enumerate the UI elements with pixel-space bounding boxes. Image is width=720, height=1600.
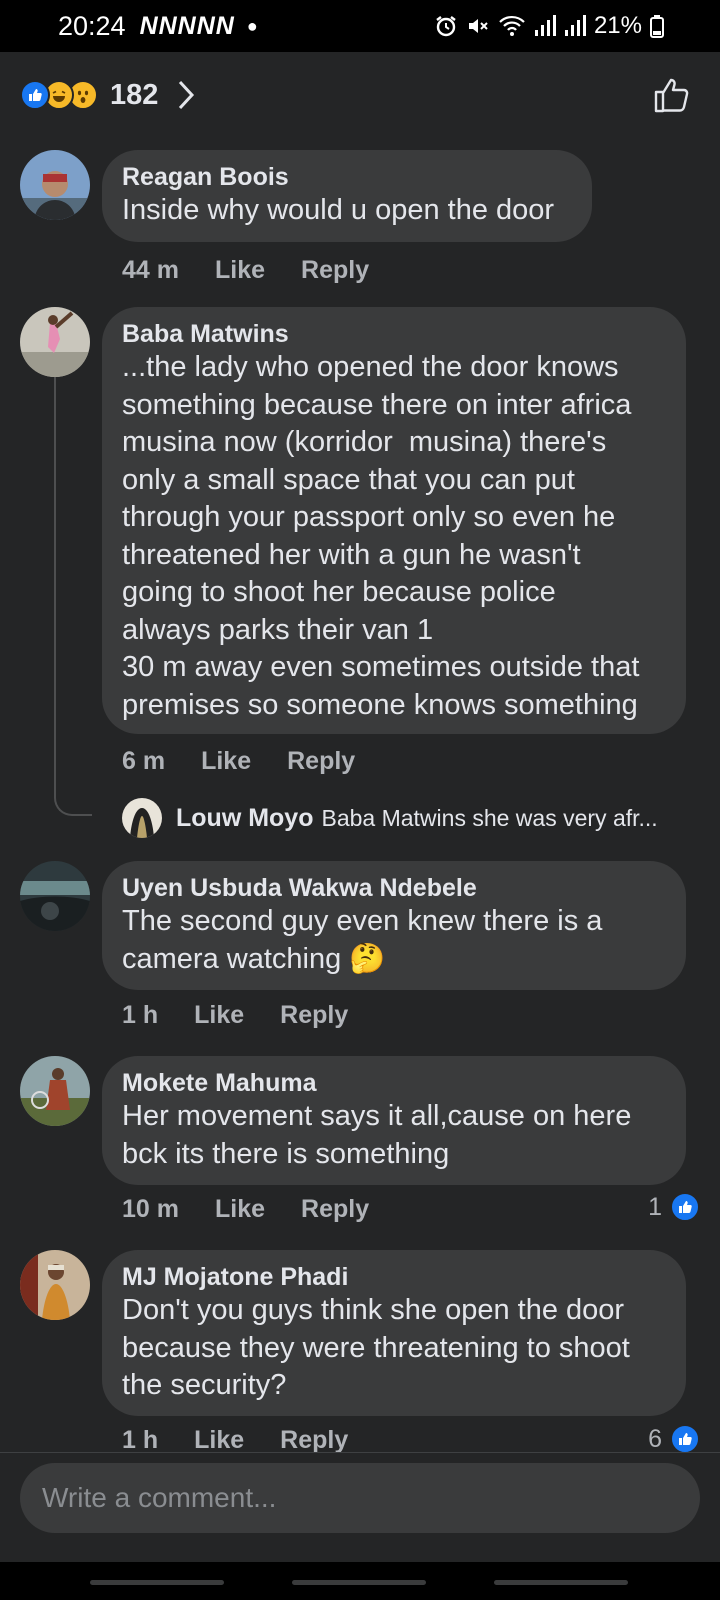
- reactions-summary[interactable]: [20, 80, 98, 110]
- reply-avatar: [122, 798, 162, 838]
- reply-button[interactable]: Reply: [301, 256, 369, 285]
- comment: Mokete Mahuma Her movement says it all,c…: [20, 1056, 700, 1236]
- thumbs-up-icon: [654, 78, 689, 113]
- reply-text: Baba Matwins she was very afr...: [321, 804, 658, 831]
- comment-text: Her movement says it all,cause on here b…: [122, 1100, 632, 1170]
- comment: Uyen Usbuda Wakwa Ndebele The second guy…: [20, 861, 700, 1041]
- comment: MJ Mojatone Phadi Don't you guys think s…: [20, 1250, 700, 1452]
- reply-button[interactable]: Reply: [280, 1426, 348, 1452]
- reply-button[interactable]: Reply: [280, 1001, 348, 1030]
- chevron-right-icon[interactable]: [176, 79, 196, 111]
- comment-bubble: Reagan Boois Inside why would u open the…: [102, 150, 592, 242]
- signal-icon: [534, 15, 556, 36]
- reaction-count[interactable]: 182: [110, 79, 158, 112]
- comment-text: Inside why would u open the door: [122, 194, 555, 226]
- comment-time[interactable]: 6 m: [122, 747, 165, 776]
- back-button[interactable]: [494, 1580, 628, 1585]
- notification-icons: NNNNN: [139, 11, 235, 40]
- avatar[interactable]: [20, 861, 90, 931]
- reply-preview[interactable]: Louw Moyo Baba Matwins she was very afr.…: [122, 798, 692, 838]
- reply-button[interactable]: Reply: [301, 1195, 369, 1224]
- battery-icon: [650, 15, 664, 38]
- comment-time[interactable]: 1 h: [122, 1001, 158, 1030]
- mute-icon: [468, 19, 488, 33]
- battery-percent: 21%: [593, 12, 642, 39]
- comment: Reagan Boois Inside why would u open the…: [20, 150, 700, 290]
- comment-likes[interactable]: 1: [648, 1192, 700, 1222]
- comment-bubble: Uyen Usbuda Wakwa Ndebele The second guy…: [102, 861, 686, 990]
- like-post-button[interactable]: [652, 75, 692, 115]
- status-icons: 21%: [434, 12, 664, 40]
- comment: Baba Matwins ...the lady who opened the …: [20, 307, 700, 787]
- comment-text: ...the lady who opened the door knows so…: [122, 351, 640, 721]
- signal-icon-2: [564, 15, 586, 36]
- comment-actions: 10 m Like Reply: [122, 1195, 369, 1224]
- comment-actions: 1 h Like Reply: [122, 1001, 348, 1030]
- comment-time[interactable]: 10 m: [122, 1195, 179, 1224]
- comment-input[interactable]: [20, 1463, 700, 1533]
- comment-author[interactable]: MJ Mojatone Phadi: [122, 1262, 666, 1292]
- like-reaction-icon: [20, 80, 50, 110]
- comment-bubble: MJ Mojatone Phadi Don't you guys think s…: [102, 1250, 686, 1416]
- comment-time[interactable]: 1 h: [122, 1426, 158, 1452]
- comment-author[interactable]: Uyen Usbuda Wakwa Ndebele: [122, 873, 666, 903]
- comment-likes[interactable]: 6: [648, 1424, 700, 1452]
- likes-count: 6: [648, 1424, 662, 1453]
- reply-button[interactable]: Reply: [287, 747, 355, 776]
- avatar[interactable]: [20, 307, 90, 377]
- home-button[interactable]: [292, 1580, 426, 1585]
- comment-actions: 44 m Like Reply: [122, 256, 369, 285]
- like-reaction-icon: [670, 1192, 700, 1222]
- like-button[interactable]: Like: [215, 1195, 265, 1224]
- system-nav-bar: [0, 1562, 720, 1600]
- reactions-header: 182: [0, 52, 720, 138]
- comment-author[interactable]: Baba Matwins: [122, 319, 666, 349]
- comment-bubble: Baba Matwins ...the lady who opened the …: [102, 307, 686, 734]
- like-button[interactable]: Like: [201, 747, 251, 776]
- comment-actions: 1 h Like Reply: [122, 1426, 348, 1452]
- like-reaction-icon: [670, 1424, 700, 1452]
- like-button[interactable]: Like: [194, 1001, 244, 1030]
- comment-author[interactable]: Mokete Mahuma: [122, 1068, 666, 1098]
- comment-bubble: Mokete Mahuma Her movement says it all,c…: [102, 1056, 686, 1185]
- avatar[interactable]: [20, 1056, 90, 1126]
- like-button[interactable]: Like: [215, 256, 265, 285]
- avatar[interactable]: [20, 1250, 90, 1320]
- wifi-icon: [499, 15, 525, 36]
- like-button[interactable]: Like: [194, 1426, 244, 1452]
- status-bar: 20:24 NNNNN ● 21%: [0, 0, 720, 52]
- recent-apps-button[interactable]: [90, 1580, 224, 1585]
- avatar[interactable]: [20, 150, 90, 220]
- comment-text: Don't you guys think she open the door b…: [122, 1294, 630, 1401]
- more-notifications-dot: ●: [246, 15, 258, 36]
- comment-author[interactable]: Reagan Boois: [122, 162, 572, 192]
- likes-count: 1: [648, 1192, 662, 1221]
- status-time: 20:24: [58, 10, 126, 41]
- comment-text: The second guy even knew there is a came…: [122, 905, 603, 975]
- comment-actions: 6 m Like Reply: [122, 747, 355, 776]
- alarm-icon: [436, 16, 456, 37]
- comment-time[interactable]: 44 m: [122, 256, 179, 285]
- reply-author: Louw Moyo: [176, 803, 314, 832]
